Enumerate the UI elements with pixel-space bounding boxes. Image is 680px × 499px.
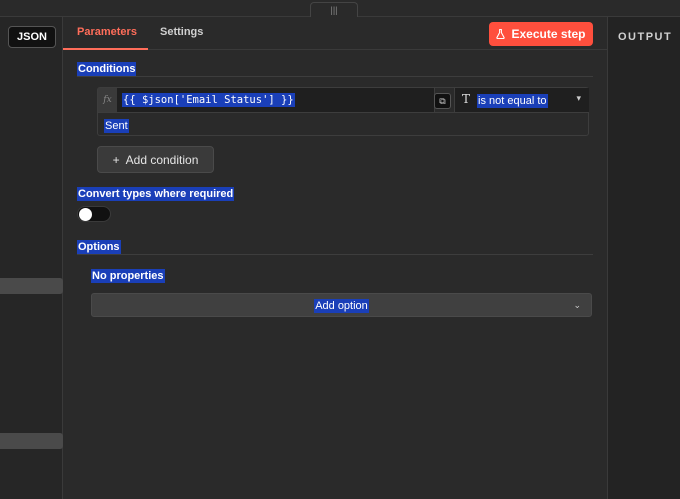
left-value-input[interactable]: {{ $json['Email Status'] }} ⧉ xyxy=(117,88,451,112)
input-item-bar[interactable] xyxy=(0,433,63,449)
tab-bar: Parameters Settings Execute step xyxy=(63,17,607,50)
parameters-panel: Parameters Settings Execute step Conditi… xyxy=(63,17,607,499)
fx-icon: fx xyxy=(98,88,117,112)
condition-row: fx {{ $json['Email Status'] }} ⧉ T is no… xyxy=(97,87,589,136)
conditions-divider xyxy=(77,76,593,77)
tab-parameters[interactable]: Parameters xyxy=(77,26,137,38)
plus-icon: + xyxy=(112,152,120,167)
execute-step-label: Execute step xyxy=(511,27,586,41)
input-panel: JSON xyxy=(0,17,63,499)
expression-text: {{ $json['Email Status'] }} xyxy=(122,93,295,107)
chevron-down-icon: ⌄ xyxy=(573,300,581,310)
right-value-input[interactable]: Sent xyxy=(98,112,588,136)
ndv-window: ||| JSON Parameters Settings Execute ste… xyxy=(0,0,680,499)
chevron-down-icon: ▾ xyxy=(576,93,581,103)
right-value-text: Sent xyxy=(104,119,129,133)
open-expression-icon[interactable]: ⧉ xyxy=(434,93,451,109)
options-divider xyxy=(77,254,593,255)
output-title: OUTPUT xyxy=(618,31,673,43)
panel-drag-handle[interactable]: ||| xyxy=(310,2,358,17)
add-condition-label: Add condition xyxy=(125,152,199,167)
add-option-dropdown[interactable]: Add option ⌄ xyxy=(91,293,592,317)
operator-select[interactable]: T is not equal to ▾ xyxy=(454,88,589,112)
add-option-label: Add option xyxy=(314,299,369,313)
top-drag-strip: ||| xyxy=(0,0,680,17)
tab-settings[interactable]: Settings xyxy=(160,26,203,38)
active-tab-indicator xyxy=(63,48,148,50)
no-properties-text: No properties xyxy=(91,269,165,283)
execute-step-button[interactable]: Execute step xyxy=(489,22,593,46)
add-option-label-wrap: Add option xyxy=(92,299,591,313)
string-type-icon: T xyxy=(462,92,471,106)
toggle-knob xyxy=(79,208,92,221)
flask-icon xyxy=(496,29,506,39)
output-panel: OUTPUT xyxy=(607,17,680,499)
json-view-button[interactable]: JSON xyxy=(8,26,56,48)
add-condition-button[interactable]: + Add condition xyxy=(97,146,214,173)
convert-types-toggle[interactable] xyxy=(77,206,111,222)
input-item-bar[interactable] xyxy=(0,278,63,294)
conditions-title: Conditions xyxy=(77,62,137,76)
convert-types-label: Convert types where required xyxy=(77,187,235,201)
options-title: Options xyxy=(77,240,121,254)
operator-label: is not equal to xyxy=(477,94,548,108)
